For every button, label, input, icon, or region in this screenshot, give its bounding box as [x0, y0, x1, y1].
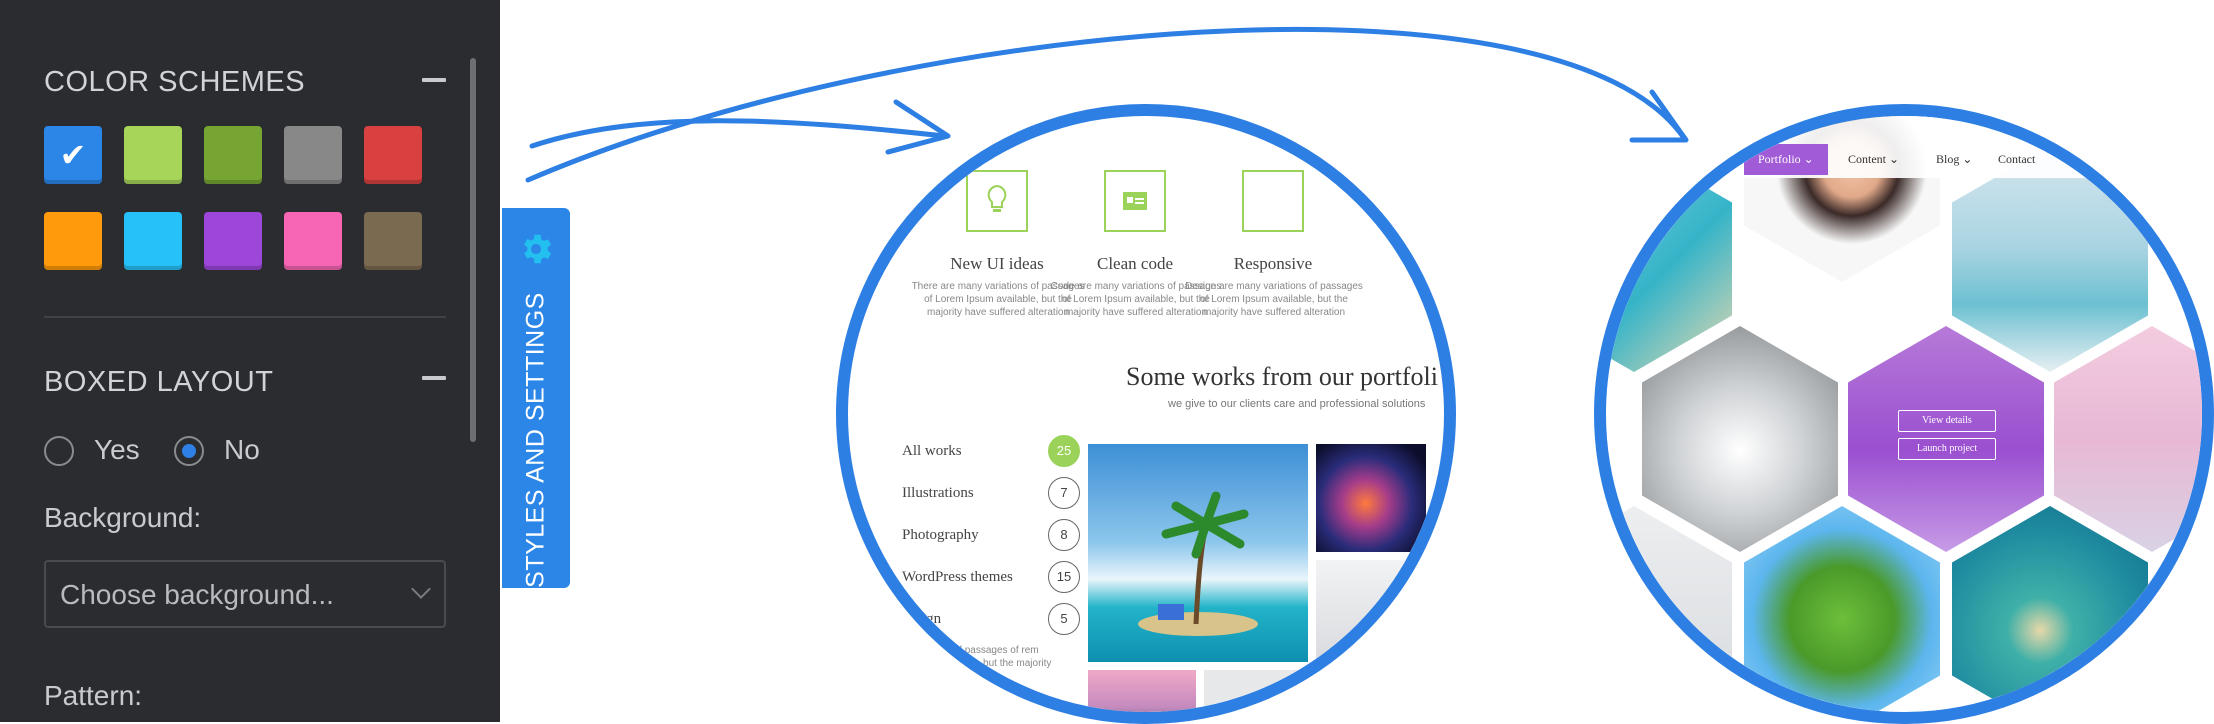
nav-content[interactable]: Content ⌄: [1848, 152, 1899, 167]
nav-label: Blog: [1936, 152, 1960, 166]
lightbulb-icon: [966, 170, 1028, 232]
feature-text: Design are many variations of passages o…: [1185, 281, 1363, 318]
category-wordpress-themes[interactable]: WordPress themes: [902, 569, 1013, 586]
category-count: 5: [1048, 603, 1080, 635]
view-details-button[interactable]: View details: [1898, 410, 1996, 432]
launch-project-button[interactable]: Launch project: [1898, 438, 1996, 460]
category-illustrations[interactable]: Illustrations: [902, 485, 974, 502]
portfolio-tile-galaxy[interactable]: [1316, 444, 1426, 552]
gallery-hex-horse[interactable]: [1642, 326, 1838, 552]
feature-title: Responsive: [1233, 254, 1313, 273]
portfolio-tile-sketch[interactable]: [1316, 560, 1426, 660]
nav-contact[interactable]: Contact: [1998, 152, 2035, 167]
portfolio-tile-sunset[interactable]: [1088, 670, 1196, 712]
category-photography[interactable]: Photography: [902, 527, 979, 544]
category-footer-text: variations of passages of rem Ipsum avai…: [908, 645, 1052, 669]
category-count: 25: [1048, 435, 1080, 467]
preview-top-nav: Portfolio ⌄ Content ⌄ Blog ⌄ Contact: [1606, 116, 2202, 178]
category-all-works[interactable]: All works: [902, 443, 962, 460]
portfolio-tile-island[interactable]: [1088, 444, 1308, 662]
gallery-hex-coast[interactable]: [1952, 146, 2148, 372]
nav-portfolio[interactable]: Portfolio ⌄: [1744, 144, 1828, 175]
gallery-hex-heart-island[interactable]: [1952, 506, 2148, 712]
gallery-hex-featured[interactable]: View details Launch project: [1848, 326, 2044, 552]
gallery-hex-planet[interactable]: [1744, 506, 1940, 712]
nav-label: Contact: [1998, 152, 2036, 166]
id-card-icon: [1104, 170, 1166, 232]
category-count: 15: [1048, 561, 1080, 593]
gallery-hex-aerial[interactable]: [1606, 146, 1732, 372]
portfolio-heading: Some works from our portfoli: [1126, 362, 1438, 391]
category-count: 7: [1048, 477, 1080, 509]
nav-blog[interactable]: Blog ⌄: [1936, 152, 1972, 167]
gallery-hex-pink-sky[interactable]: [2054, 326, 2202, 552]
category-count: 8: [1048, 519, 1080, 551]
portfolio-subheading: we give to our clients care and professi…: [1168, 398, 1426, 410]
nav-label: Content: [1848, 152, 1886, 166]
category-design[interactable]: design: [902, 611, 941, 628]
gallery-hex-sketch[interactable]: [1606, 506, 1732, 712]
nav-label: Portfolio: [1758, 152, 1801, 166]
responsive-icon: [1242, 170, 1304, 232]
preview-hexagon-gallery: View details Launch project Portfolio ⌄ …: [1594, 104, 2214, 724]
preview-portfolio-list: New UI ideas There are many variations o…: [836, 104, 1456, 724]
